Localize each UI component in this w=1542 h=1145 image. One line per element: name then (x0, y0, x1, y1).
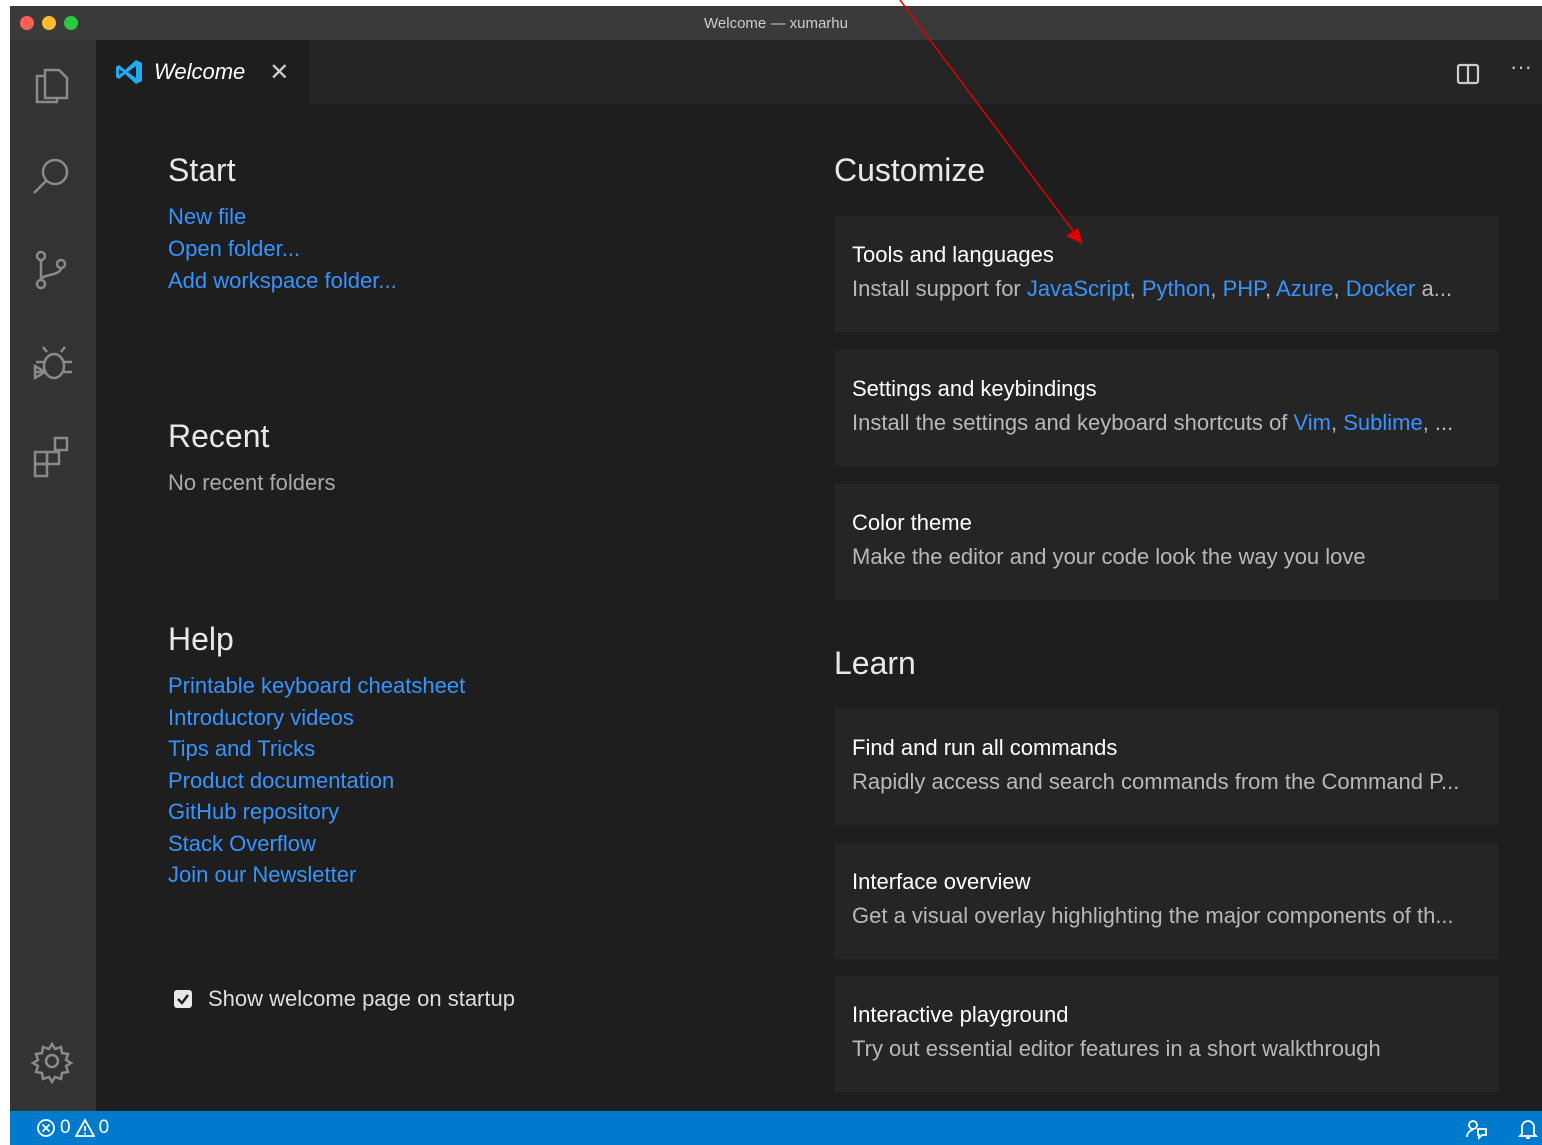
card-description: Get a visual overlay highlighting the ma… (852, 903, 1454, 928)
card-description: Try out essential editor features in a s… (852, 1036, 1381, 1061)
card-interface-overview[interactable]: Interface overview Get a visual overlay … (834, 843, 1498, 959)
close-tab-button[interactable]: ✕ (269, 58, 289, 87)
card-title: Interface overview (852, 869, 1031, 894)
bell-icon[interactable] (1516, 1117, 1540, 1141)
split-editor-icon[interactable] (1454, 60, 1482, 88)
customize-heading: Customize (834, 152, 986, 188)
status-bar: 0 0 (10, 1111, 1542, 1145)
card-description: Rapidly access and search commands from … (852, 769, 1460, 794)
search-icon[interactable] (27, 152, 77, 202)
javascript-link[interactable]: JavaScript (1027, 276, 1130, 301)
vim-link[interactable]: Vim (1293, 410, 1331, 435)
warning-icon (74, 1118, 95, 1137)
learn-heading: Learn (834, 645, 916, 681)
vscode-window: Welcome — xumarhu Welcome ✕ ··· Start Ne… (10, 6, 1542, 1145)
help-link[interactable]: Tips and Tricks (168, 736, 315, 762)
card-desc-suffix: , ... (1422, 410, 1454, 435)
source-control-icon[interactable] (27, 244, 77, 294)
card-tools-and-languages[interactable]: Tools and languages Install support for … (834, 216, 1498, 332)
gear-icon[interactable] (27, 1036, 77, 1086)
feedback-icon[interactable] (1464, 1117, 1488, 1141)
card-title: Interactive playground (852, 1002, 1069, 1027)
card-color-theme[interactable]: Color theme Make the editor and your cod… (834, 484, 1498, 600)
card-interactive-playground[interactable]: Interactive playground Try out essential… (834, 976, 1498, 1092)
close-window-button[interactable] (20, 16, 34, 30)
extensions-icon[interactable] (27, 430, 77, 480)
separator: , (1129, 276, 1142, 301)
recent-heading: Recent (168, 418, 270, 454)
warning-count: 0 (98, 1117, 110, 1138)
error-count: 0 (60, 1117, 71, 1138)
docker-link[interactable]: Docker (1346, 276, 1416, 301)
card-description: Make the editor and your code look the w… (852, 544, 1366, 569)
help-link[interactable]: Product documentation (168, 768, 394, 794)
card-description: Install the settings and keyboard shortc… (852, 410, 1492, 436)
maximize-window-button[interactable] (64, 16, 78, 30)
checkmark-icon (177, 994, 189, 1005)
help-heading: Help (168, 621, 234, 657)
show-on-startup-label: Show welcome page on startup (208, 986, 515, 1011)
welcome-page: Start New file Open folder... Add worksp… (96, 104, 1542, 1111)
help-link[interactable]: Printable keyboard cheatsheet (168, 673, 465, 699)
tab-bar: Welcome ✕ ··· (96, 40, 1542, 104)
help-link[interactable]: Introductory videos (168, 705, 354, 731)
help-link[interactable]: Join our Newsletter (168, 862, 356, 888)
problems-indicator[interactable]: 0 0 (36, 1117, 109, 1139)
card-description: Install support for JavaScript, Python, … (852, 276, 1492, 302)
separator: , (1210, 276, 1223, 301)
php-link[interactable]: PHP (1223, 276, 1265, 301)
separator: , (1264, 276, 1276, 301)
card-title: Find and run all commands (852, 735, 1118, 760)
separator: , (1330, 410, 1344, 435)
show-on-startup: Show welcome page on startup (174, 986, 515, 1012)
window-controls (20, 16, 78, 30)
help-link[interactable]: GitHub repository (168, 799, 339, 825)
debug-icon[interactable] (27, 338, 77, 388)
card-title: Color theme (852, 510, 972, 535)
files-icon[interactable] (27, 60, 77, 110)
sublime-link[interactable]: Sublime (1343, 410, 1422, 435)
window-title: Welcome — xumarhu (704, 14, 848, 32)
python-link[interactable]: Python (1142, 276, 1211, 301)
card-find-and-run-commands[interactable]: Find and run all commands Rapidly access… (834, 709, 1498, 825)
card-desc-text: Install the settings and keyboard shortc… (852, 410, 1294, 435)
vscode-logo-icon (116, 60, 142, 84)
azure-link[interactable]: Azure (1276, 276, 1333, 301)
show-on-startup-checkbox[interactable] (174, 990, 192, 1008)
more-actions-button[interactable]: ··· (1510, 54, 1532, 80)
new-file-link[interactable]: New file (168, 204, 246, 230)
tab-title: Welcome (154, 59, 246, 84)
title-bar: Welcome — xumarhu (10, 6, 1542, 40)
recent-empty-text: No recent folders (168, 470, 336, 495)
start-heading: Start (168, 152, 236, 188)
card-title: Settings and keybindings (852, 376, 1097, 401)
card-settings-and-keybindings[interactable]: Settings and keybindings Install the set… (834, 350, 1498, 466)
separator: , (1333, 276, 1346, 301)
error-icon (37, 1119, 55, 1137)
open-folder-link[interactable]: Open folder... (168, 236, 300, 262)
minimize-window-button[interactable] (42, 16, 56, 30)
card-desc-suffix: a... (1415, 276, 1453, 301)
add-workspace-folder-link[interactable]: Add workspace folder... (168, 268, 397, 294)
tab-welcome[interactable]: Welcome ✕ (96, 40, 310, 104)
card-title: Tools and languages (852, 242, 1054, 267)
card-desc-text: Install support for (852, 276, 1027, 301)
activity-bar (10, 40, 96, 1111)
help-link[interactable]: Stack Overflow (168, 831, 316, 857)
